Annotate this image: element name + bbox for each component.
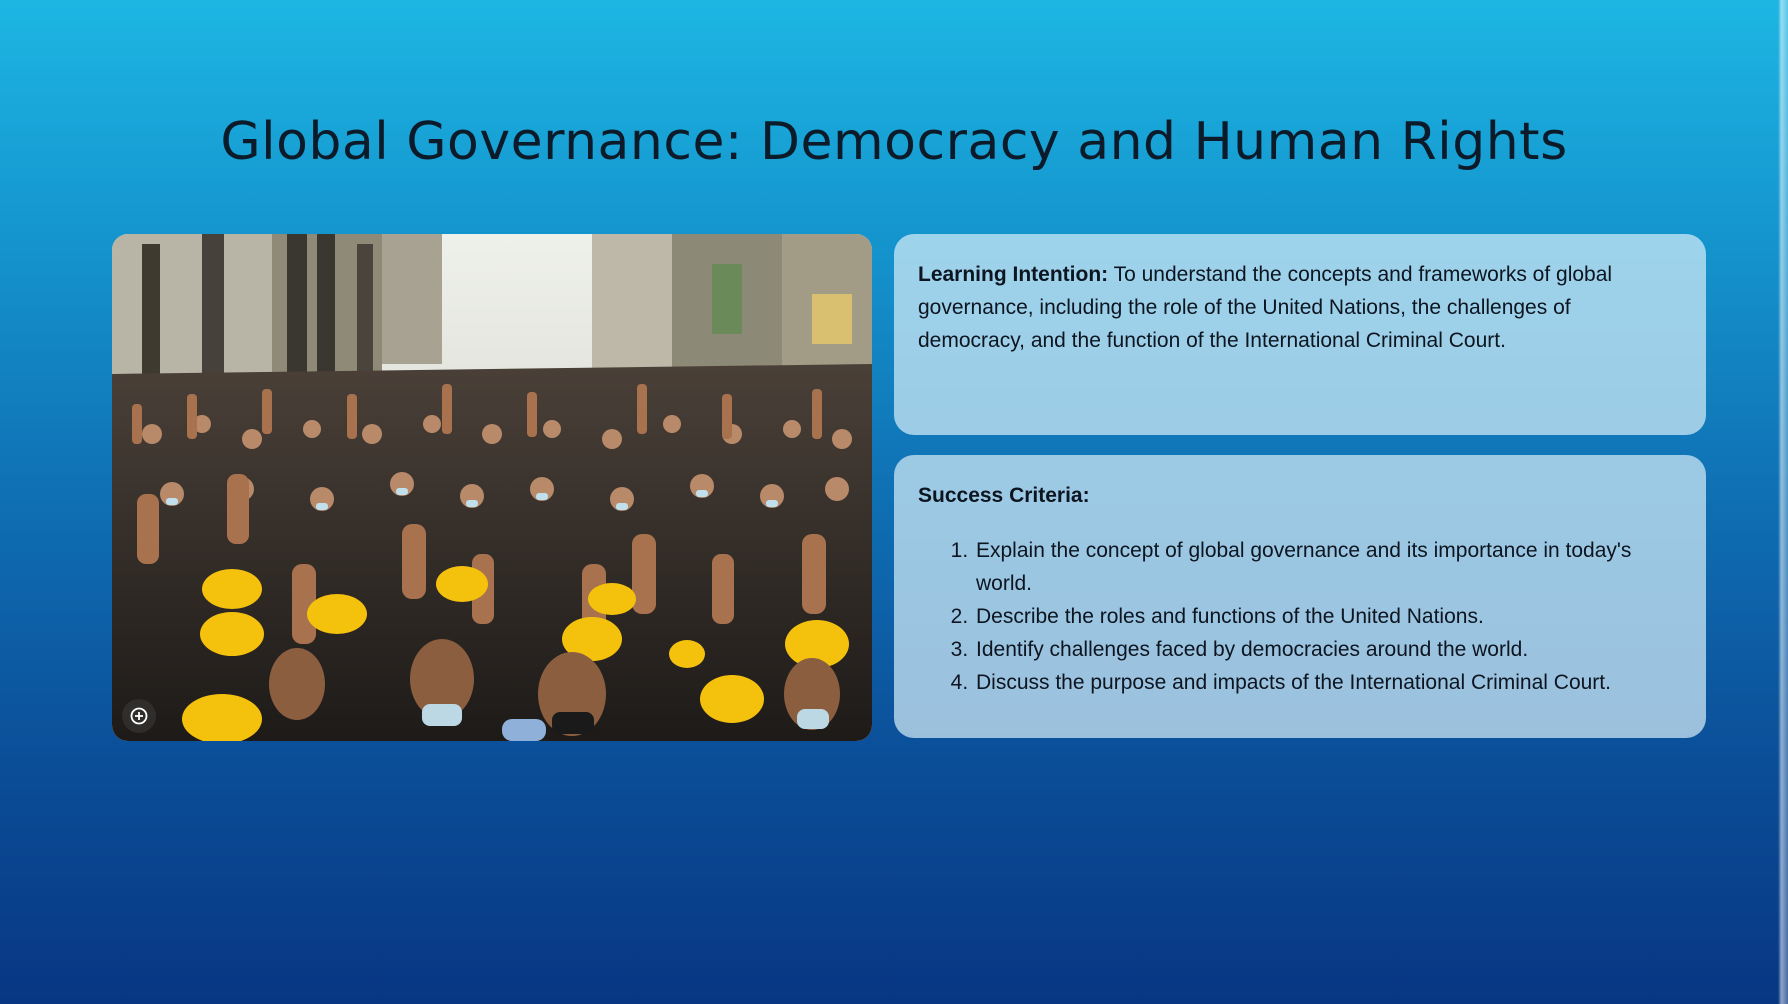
slide: Global Governance: Democracy and Human R… <box>0 0 1788 1004</box>
success-criteria-label: Success Criteria: <box>918 484 1090 507</box>
success-criterion-4: Discuss the purpose and impacts of the I… <box>974 666 1682 699</box>
success-criteria-list: Explain the concept of global governance… <box>918 534 1682 699</box>
learning-intention-card: Learning Intention: To understand the co… <box>894 234 1706 435</box>
protest-photo-illustration <box>112 234 872 741</box>
zoom-in-icon <box>130 707 148 725</box>
zoom-in-button[interactable] <box>122 699 156 733</box>
slide-title: Global Governance: Democracy and Human R… <box>220 112 1568 172</box>
protest-photo[interactable] <box>112 234 872 741</box>
learning-intention-label: Learning Intention: <box>918 263 1109 286</box>
success-criterion-3: Identify challenges faced by democracies… <box>974 633 1682 666</box>
success-criterion-1: Explain the concept of global governance… <box>974 534 1682 600</box>
success-criterion-2: Describe the roles and functions of the … <box>974 600 1682 633</box>
success-criteria-card: Success Criteria: Explain the concept of… <box>894 455 1706 738</box>
